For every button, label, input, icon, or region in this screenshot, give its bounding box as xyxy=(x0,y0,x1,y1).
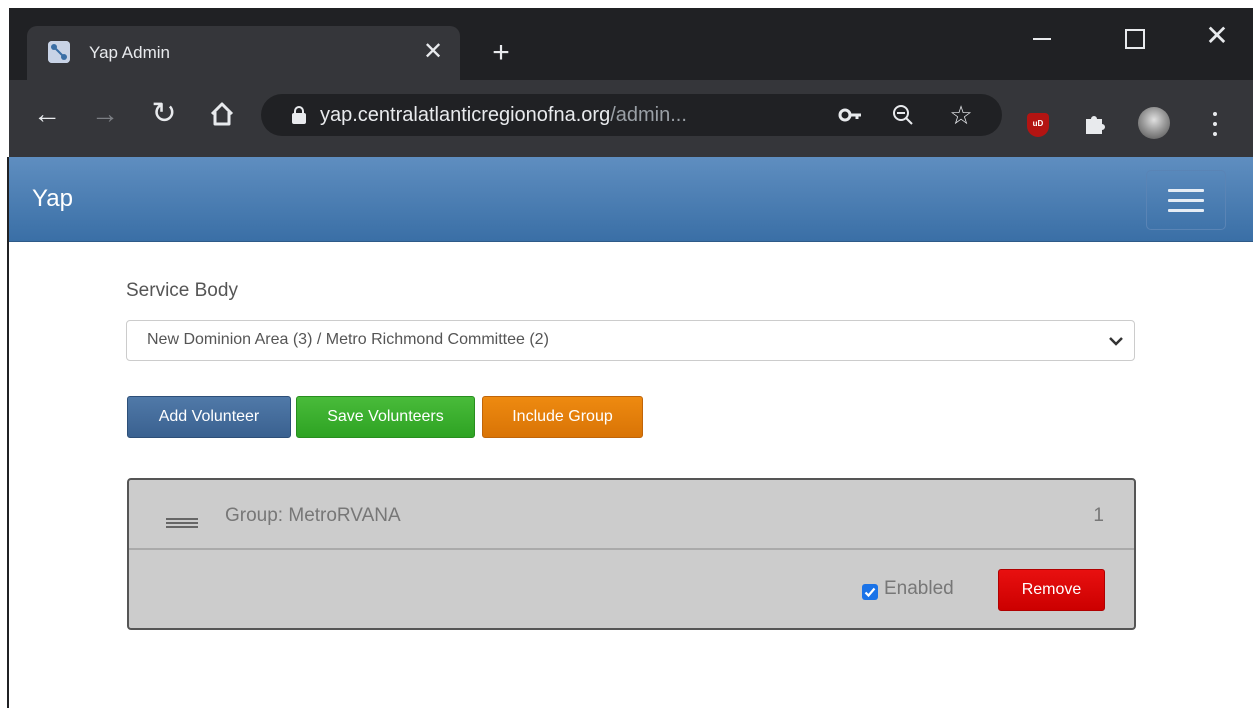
address-bar[interactable]: yap.centralatlanticregionofna.org/admin.… xyxy=(261,94,1002,136)
zoom-icon[interactable] xyxy=(887,99,919,131)
remove-button[interactable]: Remove xyxy=(998,569,1105,611)
yap-favicon-icon xyxy=(48,41,70,63)
lock-icon[interactable] xyxy=(292,106,306,124)
browser-toolbar: ← → ↻ yap.centralatlanticregionofna.org/… xyxy=(9,80,1253,157)
menu-icon[interactable] xyxy=(1205,108,1225,140)
home-icon[interactable] xyxy=(204,96,240,132)
brand[interactable]: Yap xyxy=(32,185,73,213)
add-volunteer-button[interactable]: Add Volunteer xyxy=(127,396,291,438)
url-path: /admin... xyxy=(610,104,687,126)
enabled-label: Enabled xyxy=(884,578,954,599)
app-navbar: Yap xyxy=(9,157,1253,242)
url-text: yap.centralatlanticregionofna.org/admin.… xyxy=(320,104,687,127)
tab-title: Yap Admin xyxy=(89,43,170,62)
close-window-icon[interactable]: ✕ xyxy=(1197,18,1237,58)
url-host: yap.centralatlanticregionofna.org xyxy=(320,104,611,126)
service-body-label: Service Body xyxy=(126,280,238,301)
drag-handle-icon[interactable] xyxy=(166,518,198,528)
puzzle-icon[interactable] xyxy=(1081,110,1109,138)
maximize-icon[interactable] xyxy=(1113,18,1153,58)
browser-chrome: Yap Admin ✕ + ✕ ← → ↻ yap.centralatlanti… xyxy=(9,8,1253,157)
service-body-value: New Dominion Area (3) / Metro Richmond C… xyxy=(147,331,549,348)
back-icon[interactable]: ← xyxy=(29,96,65,132)
title-bar: Yap Admin ✕ + ✕ xyxy=(9,8,1253,80)
forward-icon[interactable]: → xyxy=(87,96,123,132)
group-card: Group: MetroRVANA 1 Enabled Remove xyxy=(127,478,1136,630)
ublock-icon[interactable]: uD xyxy=(1027,113,1049,137)
hamburger-menu-button[interactable] xyxy=(1146,170,1226,230)
minimize-icon[interactable] xyxy=(1023,18,1063,58)
group-title: Group: MetroRVANA xyxy=(225,505,401,526)
group-header: Group: MetroRVANA 1 xyxy=(129,480,1134,550)
chevron-down-icon xyxy=(1109,337,1123,346)
new-tab-button[interactable]: + xyxy=(486,38,516,70)
reload-icon[interactable]: ↻ xyxy=(146,96,182,132)
service-body-select[interactable]: New Dominion Area (3) / Metro Richmond C… xyxy=(126,320,1135,361)
group-sequence-number: 1 xyxy=(1093,505,1104,526)
star-icon[interactable]: ☆ xyxy=(945,99,977,131)
avatar[interactable] xyxy=(1138,107,1170,139)
include-group-button[interactable]: Include Group xyxy=(482,396,643,438)
save-volunteers-button[interactable]: Save Volunteers xyxy=(296,396,475,438)
key-icon[interactable] xyxy=(835,99,867,131)
main-content: Service Body New Dominion Area (3) / Met… xyxy=(9,243,1253,708)
enabled-checkbox[interactable] xyxy=(862,584,878,600)
close-tab-icon[interactable]: ✕ xyxy=(419,38,447,66)
browser-tab[interactable]: Yap Admin ✕ xyxy=(27,26,460,80)
